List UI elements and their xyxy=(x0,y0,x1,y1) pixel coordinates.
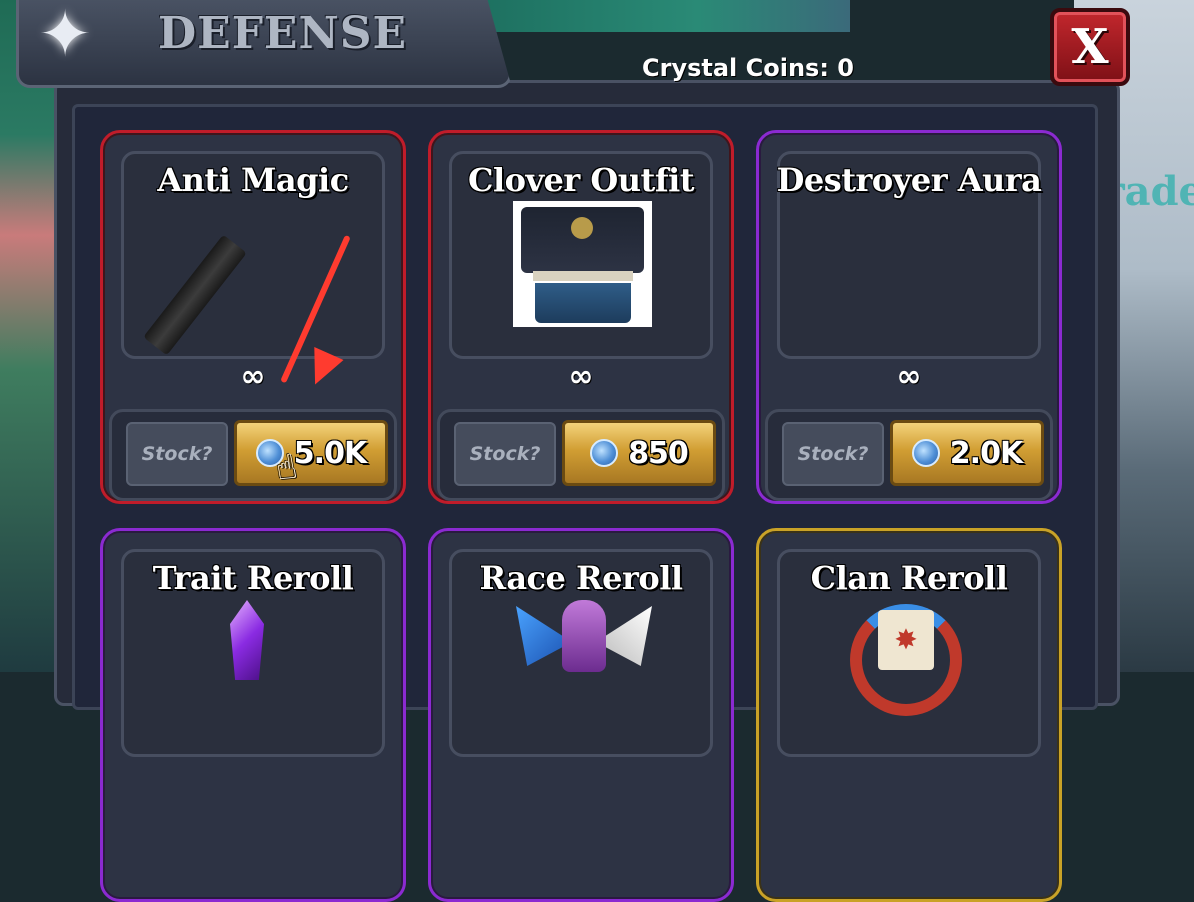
outfit-bottom xyxy=(535,283,631,323)
outfit-belt xyxy=(533,271,633,281)
shop-item-card[interactable]: Race Reroll xyxy=(428,528,734,902)
item-price: 2.0K xyxy=(949,435,1023,471)
item-action-bar: Stock? 5.0K xyxy=(109,409,397,501)
shop-item-card[interactable]: Destroyer Aura ∞ Stock? 2.0K xyxy=(756,130,1062,504)
item-action-bar: Stock? 850 xyxy=(437,409,725,501)
close-button[interactable]: X xyxy=(1050,8,1130,86)
buy-button[interactable]: 850 xyxy=(562,420,716,486)
buy-button[interactable]: 2.0K xyxy=(890,420,1044,486)
background-top-scene xyxy=(470,0,850,32)
outfit-crest xyxy=(571,217,593,239)
shop-item-card[interactable]: Anti Magic ∞ Stock? 5.0K xyxy=(100,130,406,504)
winged-helmet-icon xyxy=(516,600,652,680)
item-name: Clan Reroll xyxy=(810,559,1008,597)
item-name: Destroyer Aura xyxy=(776,161,1042,199)
outfit-icon xyxy=(513,201,652,327)
infinite-stock-icon: ∞ xyxy=(240,359,266,394)
item-price: 5.0K xyxy=(293,435,367,471)
four-point-star-icon: ✦ xyxy=(38,0,92,72)
stock-button[interactable]: Stock? xyxy=(782,422,884,486)
stock-button[interactable]: Stock? xyxy=(454,422,556,486)
buy-button[interactable]: 5.0K xyxy=(234,420,388,486)
item-price: 850 xyxy=(628,435,689,471)
infinite-stock-icon: ∞ xyxy=(896,359,922,394)
stock-button[interactable]: Stock? xyxy=(126,422,228,486)
item-name: Anti Magic xyxy=(157,161,349,199)
clan-emblem-icon: ✸ xyxy=(844,598,968,716)
emblem-mark: ✸ xyxy=(894,623,918,656)
shop-item-card[interactable]: Trait Reroll xyxy=(100,528,406,902)
item-name: Trait Reroll xyxy=(152,559,354,597)
helmet xyxy=(562,600,606,672)
crystal-coin-icon xyxy=(911,439,940,467)
currency-display: Crystal Coins: 0 xyxy=(642,54,854,82)
item-action-bar: Stock? 2.0K xyxy=(765,409,1053,501)
infinite-stock-icon: ∞ xyxy=(568,359,594,394)
item-name: Race Reroll xyxy=(479,559,683,597)
crystal-coin-icon xyxy=(590,439,619,467)
panel-title: DEFENSE xyxy=(158,8,407,59)
close-icon: X xyxy=(1071,19,1109,75)
item-name: Clover Outfit xyxy=(467,161,695,199)
